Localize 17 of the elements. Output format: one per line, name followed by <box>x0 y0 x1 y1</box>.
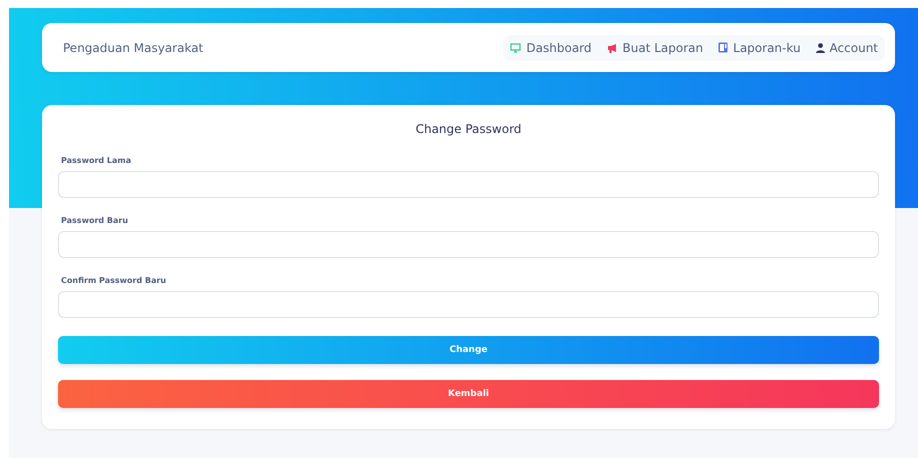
back-button[interactable]: Kembali <box>58 380 879 408</box>
nav-link[interactable]: Buat Laporan <box>606 40 704 54</box>
field-label: Confirm Password Baru <box>61 276 168 285</box>
form-title: Change Password <box>414 122 522 136</box>
brand-name[interactable]: Pengaduan Masyarakat <box>63 40 204 54</box>
field-label: Password Lama <box>61 156 132 165</box>
report-icon <box>718 42 728 53</box>
password-field[interactable] <box>58 171 879 198</box>
password-field[interactable] <box>58 291 879 318</box>
password-field[interactable] <box>58 231 879 258</box>
megaphone-icon <box>606 42 618 52</box>
user-icon <box>816 42 825 52</box>
monitor-icon <box>510 42 522 52</box>
nav-link[interactable]: Dashboard <box>510 40 592 54</box>
nav-link[interactable]: Account <box>816 40 878 54</box>
field-label: Password Baru <box>61 216 130 225</box>
nav-link[interactable]: Laporan-ku <box>718 40 801 54</box>
